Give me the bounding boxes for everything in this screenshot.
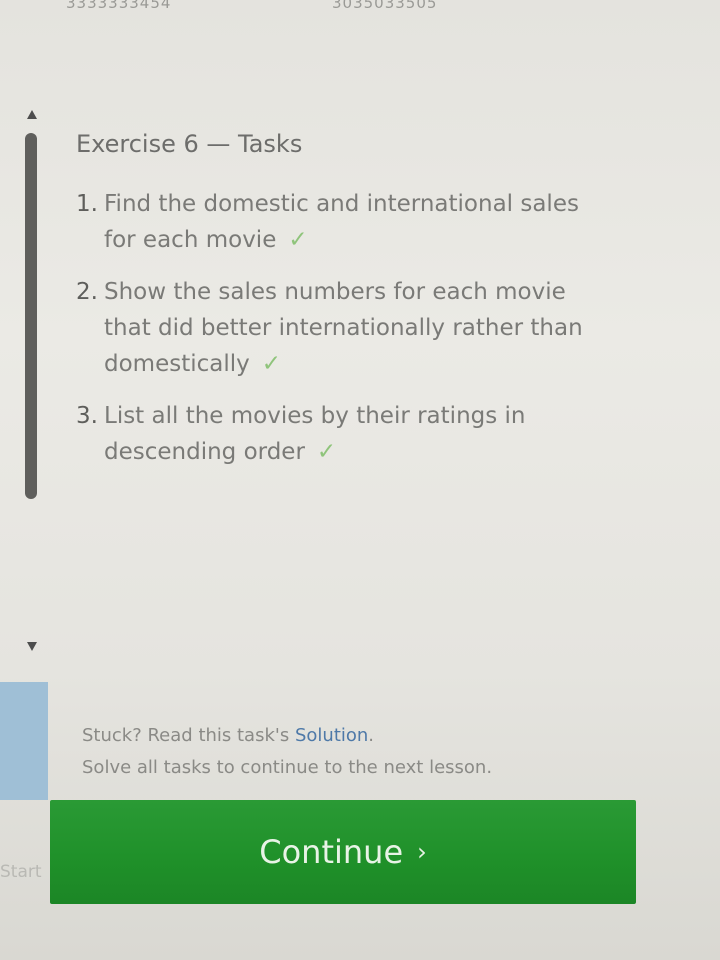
scroll-down-arrow-icon[interactable] [27, 642, 37, 651]
stuck-text: Stuck? Read this task's [82, 725, 290, 746]
continue-button[interactable]: Continue › [50, 800, 636, 904]
exercise-title: Exercise 6 — Tasks [76, 130, 303, 158]
continue-label: Continue [259, 833, 404, 871]
task-number: 3. [76, 403, 98, 429]
page: 3333333454 3035033505 Start Exercise 6 —… [0, 0, 720, 960]
left-panel-start-label[interactable]: Start [0, 862, 42, 882]
scrollbar-thumb[interactable] [25, 133, 37, 499]
top-strip: 3333333454 3035033505 [0, 0, 720, 14]
left-panel-highlight [0, 682, 48, 800]
scroll-up-arrow-icon[interactable] [27, 110, 37, 119]
solution-link[interactable]: Solution [295, 725, 368, 746]
task-text: Find the domestic and international sale… [104, 191, 579, 253]
footer-help: Stuck? Read this task's Solution. Solve … [82, 720, 492, 784]
task-item: 3. List all the movies by their ratings … [76, 398, 616, 470]
task-item: 1. Find the domestic and international s… [76, 186, 616, 258]
check-icon: ✓ [261, 351, 282, 377]
task-number: 1. [76, 191, 98, 217]
task-list: 1. Find the domestic and international s… [76, 186, 616, 486]
task-text: Show the sales numbers for each movie th… [104, 279, 583, 377]
task-text: List all the movies by their ratings in … [104, 403, 526, 465]
top-number-right: 3035033505 [332, 0, 438, 12]
top-number-left: 3333333454 [66, 0, 172, 12]
check-icon: ✓ [288, 227, 308, 253]
solution-period: . [368, 725, 375, 746]
stuck-line: Stuck? Read this task's Solution. [82, 720, 492, 752]
check-icon: ✓ [316, 439, 337, 465]
task-number: 2. [76, 279, 98, 305]
task-item: 2. Show the sales numbers for each movie… [76, 274, 616, 382]
solve-all-text: Solve all tasks to continue to the next … [82, 757, 493, 778]
chevron-right-icon: › [417, 838, 427, 866]
